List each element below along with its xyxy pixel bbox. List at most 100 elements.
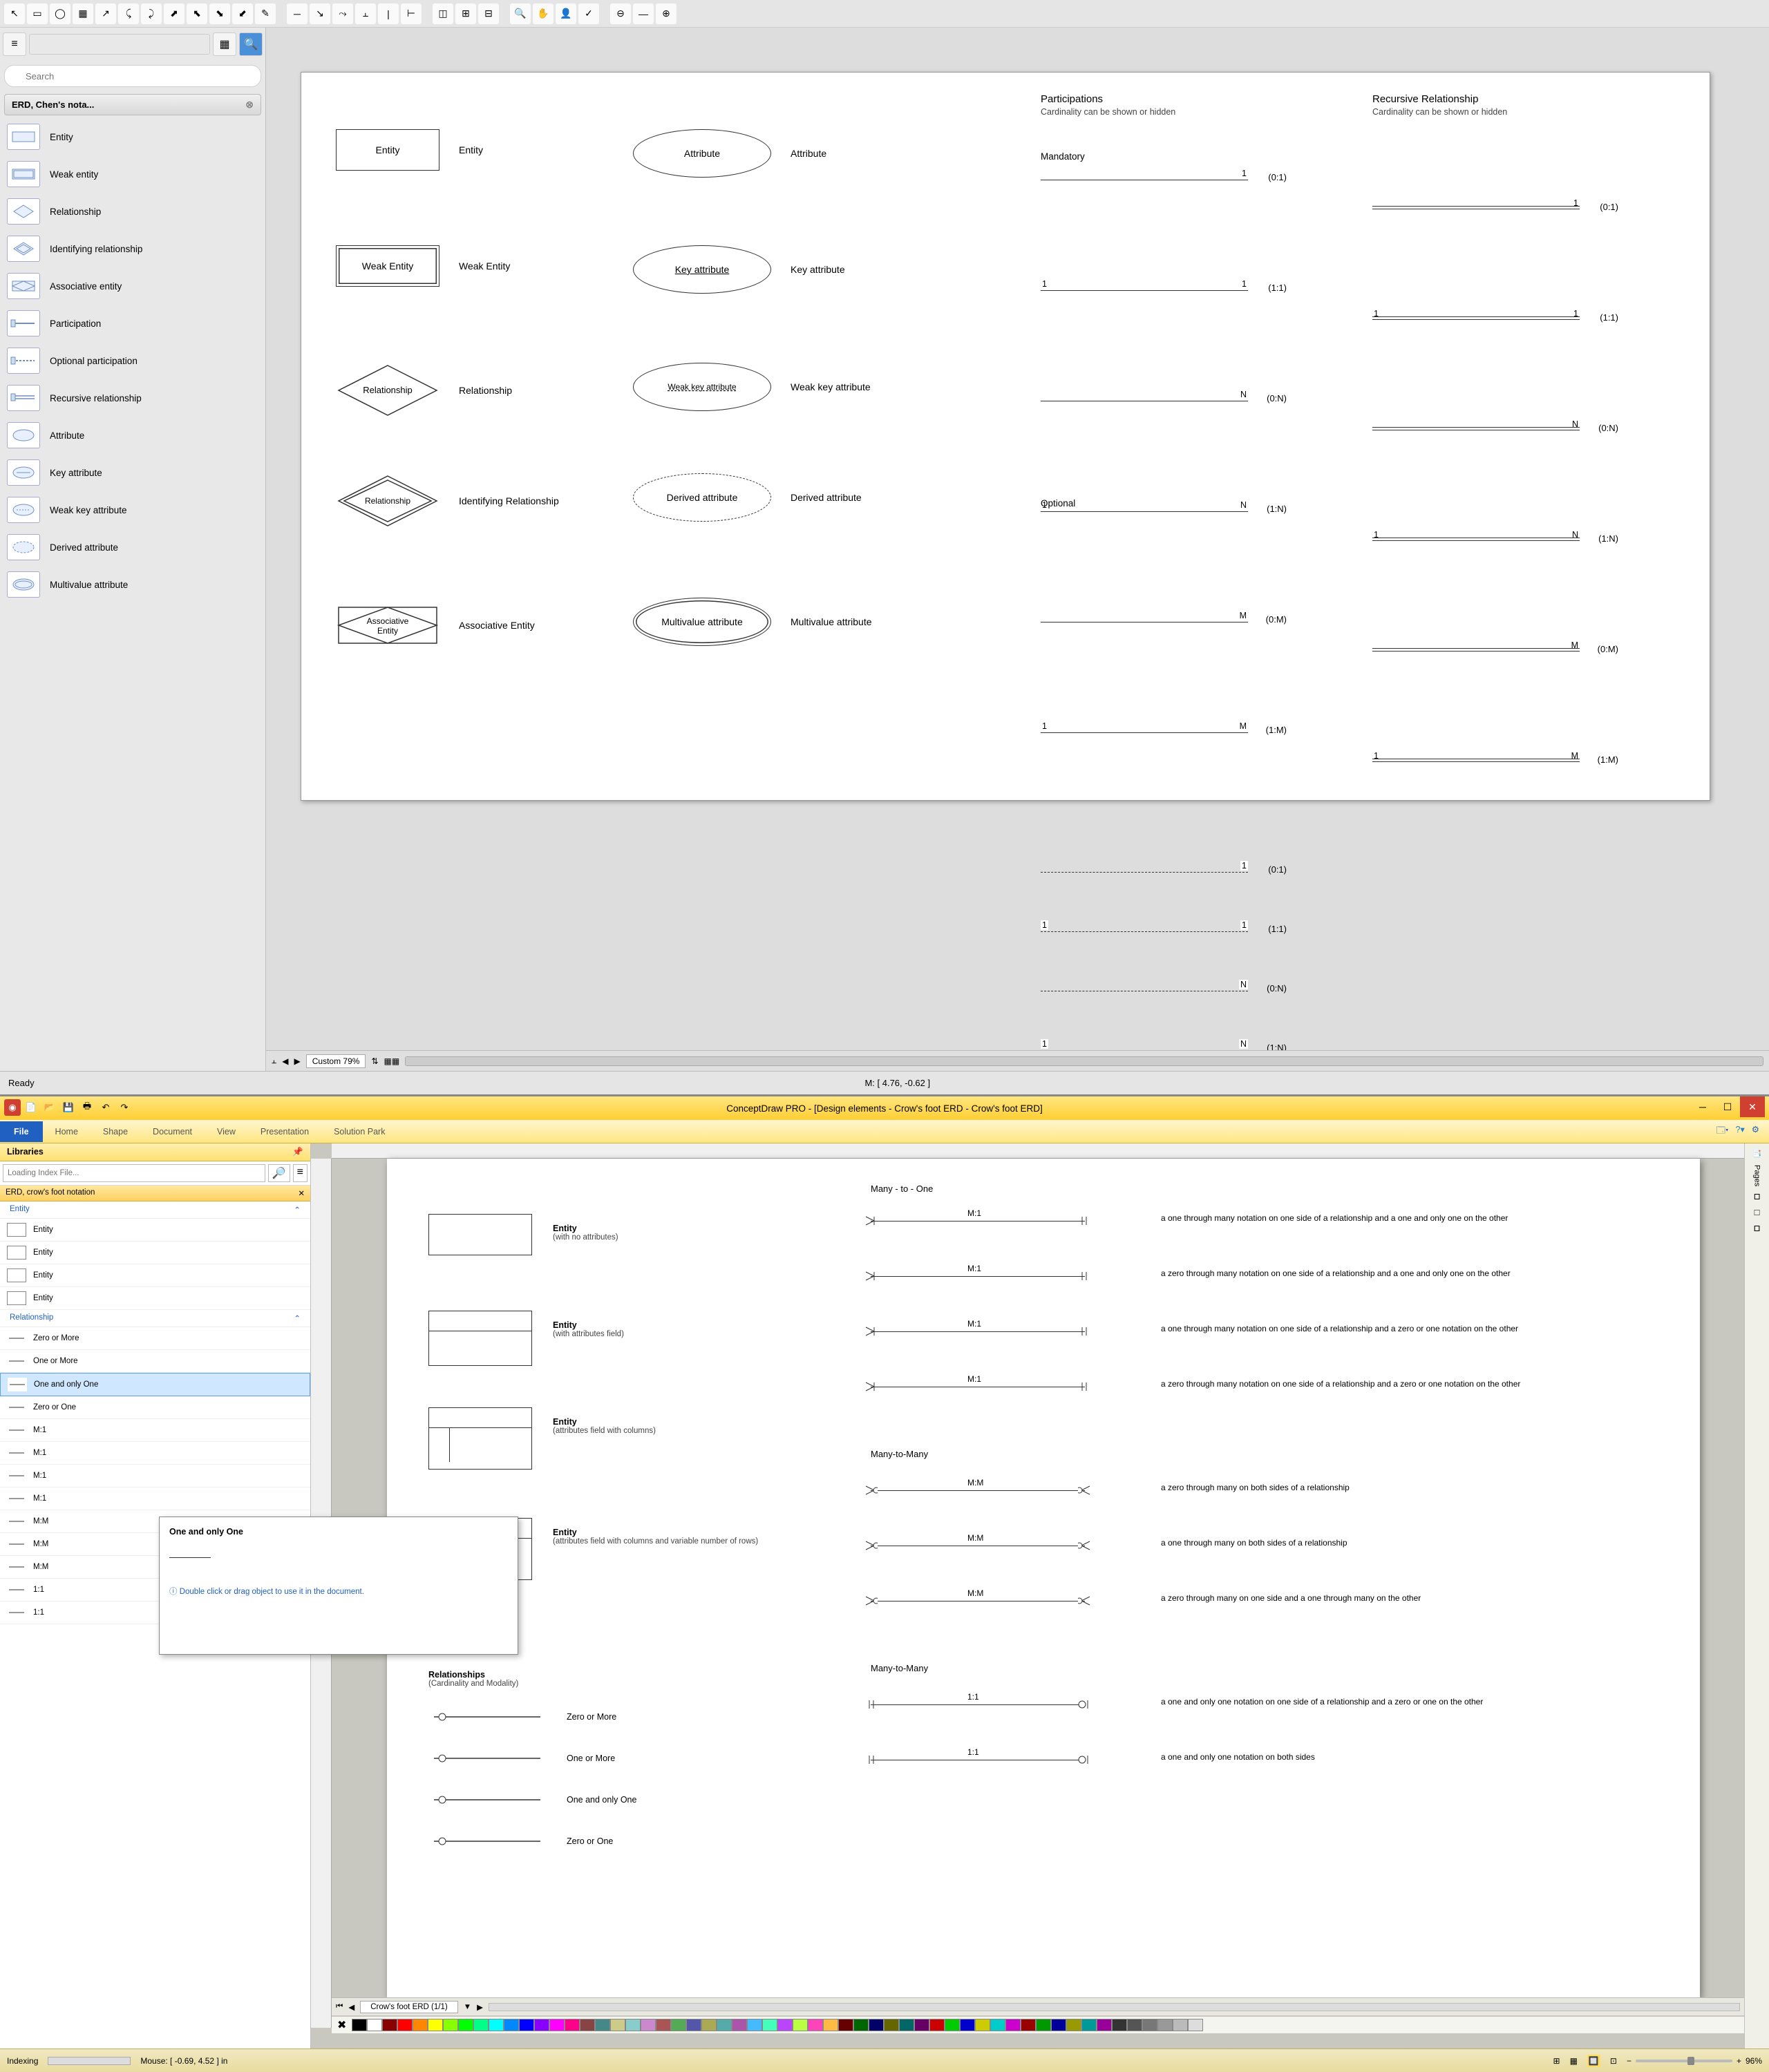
color-swatch[interactable] xyxy=(823,2019,838,2031)
tool-icon[interactable]: 🞎 xyxy=(1754,1209,1760,1218)
toolbar-button[interactable]: | xyxy=(378,3,399,24)
library-item[interactable]: Entity xyxy=(0,1287,310,1310)
library-item[interactable]: One and only One xyxy=(0,1373,310,1396)
color-swatch[interactable] xyxy=(1005,2019,1021,2031)
view-mode-icon[interactable]: 🔲 xyxy=(1587,2055,1600,2067)
maximize-button[interactable]: ☐ xyxy=(1715,1096,1740,1117)
color-swatch[interactable] xyxy=(990,2019,1005,2031)
color-swatch[interactable] xyxy=(793,2019,808,2031)
color-swatch[interactable] xyxy=(534,2019,549,2031)
color-swatch[interactable] xyxy=(762,2019,777,2031)
view-tiles-icon[interactable]: ▦▦ xyxy=(384,1056,400,1066)
color-palette[interactable]: ✖ xyxy=(332,2017,1744,2033)
toolbar-button[interactable]: ↗ xyxy=(95,3,116,24)
tool-icon[interactable]: 🞑 xyxy=(1754,1225,1760,1234)
color-swatch[interactable] xyxy=(929,2019,945,2031)
tool-icon[interactable]: 🞐 xyxy=(1754,1193,1760,1202)
color-swatch[interactable] xyxy=(595,2019,610,2031)
toolbar-button[interactable]: ↖ xyxy=(4,3,25,24)
menu-item[interactable]: Shape xyxy=(91,1121,140,1142)
open-icon[interactable]: 📂 xyxy=(41,1099,58,1116)
search-input[interactable] xyxy=(4,65,261,87)
toolbar-button[interactable]: ⬊ xyxy=(209,3,230,24)
library-expand-button[interactable]: ≡ xyxy=(3,32,26,56)
toolbar-button[interactable]: ⬈ xyxy=(164,3,185,24)
color-swatch[interactable] xyxy=(717,2019,732,2031)
view-mode-icon[interactable]: ⊡ xyxy=(1610,2056,1617,2066)
color-swatch[interactable] xyxy=(1021,2019,1036,2031)
color-swatch[interactable] xyxy=(428,2019,443,2031)
library-item[interactable]: Identifying relationship xyxy=(0,230,265,267)
library-item[interactable]: Attribute xyxy=(0,417,265,454)
no-fill-icon[interactable]: ✖ xyxy=(332,2018,352,2032)
color-swatch[interactable] xyxy=(382,2019,397,2031)
color-swatch[interactable] xyxy=(610,2019,625,2031)
save-icon[interactable]: 💾 xyxy=(60,1099,77,1116)
toolbar-button[interactable]: ─ xyxy=(287,3,308,24)
menu-item[interactable]: Presentation xyxy=(248,1121,321,1142)
toolbar-button[interactable]: ◯ xyxy=(50,3,70,24)
color-swatch[interactable] xyxy=(1036,2019,1051,2031)
drawing-page[interactable]: Entity(with no attributes)Entity(with at… xyxy=(387,1159,1700,1998)
toolbar-button[interactable]: ▦ xyxy=(73,3,93,24)
color-swatch[interactable] xyxy=(777,2019,793,2031)
color-swatch[interactable] xyxy=(853,2019,869,2031)
menu-item[interactable]: Solution Park xyxy=(321,1121,397,1142)
zoom-out-icon[interactable]: − xyxy=(1627,2056,1631,2066)
relationship-group-header[interactable]: Relationship ⌃ xyxy=(0,1310,310,1327)
toolbar-button[interactable]: ⬋ xyxy=(232,3,253,24)
library-item[interactable]: Derived attribute xyxy=(0,529,265,566)
library-item[interactable]: Weak key attribute xyxy=(0,491,265,529)
pin-icon[interactable]: 📌 xyxy=(292,1147,303,1157)
color-swatch[interactable] xyxy=(1081,2019,1097,2031)
first-page-icon[interactable]: ⏮ xyxy=(336,2002,343,2011)
color-swatch[interactable] xyxy=(1127,2019,1142,2031)
toolbar-button[interactable]: ⫠ xyxy=(355,3,376,24)
library-item[interactable]: Zero or One xyxy=(0,1396,310,1419)
color-swatch[interactable] xyxy=(1066,2019,1081,2031)
next-page-icon[interactable]: ▶ xyxy=(477,2002,483,2012)
color-swatch[interactable] xyxy=(975,2019,990,2031)
toolbar-button[interactable]: ⊞ xyxy=(455,3,476,24)
settings-icon[interactable]: ⚙ xyxy=(1752,1124,1759,1139)
color-swatch[interactable] xyxy=(580,2019,595,2031)
libraries-header[interactable]: Libraries 📌 xyxy=(0,1143,310,1161)
library-item[interactable]: One or More xyxy=(0,1350,310,1373)
toolbar-button[interactable]: ⊢ xyxy=(401,3,422,24)
zoom-select[interactable]: Custom 79% xyxy=(306,1054,366,1068)
close-button[interactable]: ✕ xyxy=(1740,1096,1765,1117)
color-swatch[interactable] xyxy=(1097,2019,1112,2031)
toolbar-button[interactable]: ▭ xyxy=(27,3,48,24)
prev-page-icon[interactable]: ◀ xyxy=(282,1056,288,1066)
prev-page-icon[interactable]: ◀ xyxy=(348,2002,354,2012)
toolbar-button[interactable]: ✓ xyxy=(578,3,599,24)
color-swatch[interactable] xyxy=(565,2019,580,2031)
color-swatch[interactable] xyxy=(1051,2019,1066,2031)
toolbar-button[interactable]: ⬉ xyxy=(187,3,207,24)
toolbar-button[interactable]: ⤹ xyxy=(118,3,139,24)
file-menu[interactable]: File xyxy=(0,1121,43,1142)
color-swatch[interactable] xyxy=(641,2019,656,2031)
help-icon[interactable]: ?▾ xyxy=(1736,1124,1745,1139)
menu-item[interactable]: View xyxy=(205,1121,248,1142)
color-swatch[interactable] xyxy=(914,2019,929,2031)
collapse-icon[interactable]: ⌃ xyxy=(294,1205,301,1215)
color-swatch[interactable] xyxy=(443,2019,458,2031)
page-tab[interactable]: Crow's foot ERD (1/1) xyxy=(360,2001,457,2013)
next-page-icon[interactable]: ▶ xyxy=(294,1056,301,1066)
library-item[interactable]: Entity xyxy=(0,1219,310,1242)
color-swatch[interactable] xyxy=(625,2019,641,2031)
color-swatch[interactable] xyxy=(838,2019,853,2031)
zoom-in-icon[interactable]: + xyxy=(1737,2056,1741,2066)
color-swatch[interactable] xyxy=(899,2019,914,2031)
drawing-page[interactable]: EntityEntityWeak EntityWeak EntityRelati… xyxy=(301,72,1710,801)
search-icon[interactable]: 🔎 xyxy=(268,1164,290,1182)
options-icon[interactable]: ≡ xyxy=(293,1164,308,1182)
color-swatch[interactable] xyxy=(397,2019,413,2031)
toolbar-button[interactable]: ⊕ xyxy=(656,3,677,24)
library-item[interactable]: Key attribute xyxy=(0,454,265,491)
color-swatch[interactable] xyxy=(549,2019,565,2031)
library-item[interactable]: Zero or More xyxy=(0,1327,310,1350)
library-section-header[interactable]: ERD, Chen's nota... ⊗ xyxy=(4,94,261,115)
toolbar-button[interactable]: ◫ xyxy=(433,3,453,24)
